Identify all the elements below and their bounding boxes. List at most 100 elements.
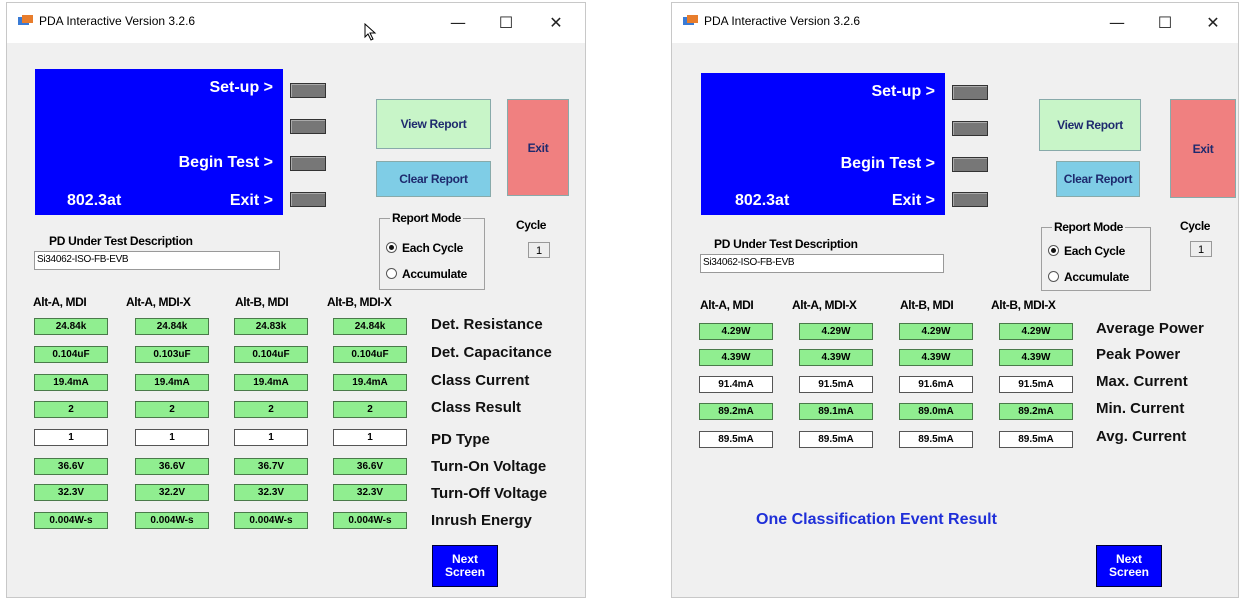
- row-label: Turn-On Voltage: [431, 458, 547, 475]
- next-screen-label: Next Screen: [444, 552, 486, 579]
- title-bar[interactable]: PDA Interactive Version 3.2.6 — ☐ ✕: [7, 3, 585, 43]
- result-cell: 19.4mA: [234, 374, 308, 391]
- row-label: Max. Current: [1096, 373, 1188, 390]
- result-cell: 0.103uF: [135, 346, 209, 363]
- radio-unselected-icon: [1048, 271, 1059, 282]
- result-cell: 19.4mA: [135, 374, 209, 391]
- begin-test-softkey[interactable]: [952, 157, 988, 172]
- close-icon[interactable]: ✕: [533, 9, 579, 37]
- result-cell: 2: [234, 401, 308, 418]
- result-cell: 36.6V: [135, 458, 209, 475]
- accumulate-label: Accumulate: [1064, 270, 1130, 284]
- begin-test-softkey[interactable]: [290, 156, 326, 171]
- result-cell: 36.6V: [333, 458, 407, 475]
- window-title: PDA Interactive Version 3.2.6: [39, 14, 196, 28]
- view-report-button[interactable]: View Report: [1039, 99, 1141, 151]
- minimize-icon[interactable]: —: [435, 9, 481, 37]
- minimize-icon[interactable]: —: [1094, 9, 1140, 37]
- column-header-alt-a-mdix: Alt-A, MDI-X: [126, 295, 191, 309]
- each-cycle-radio[interactable]: Each Cycle: [386, 241, 463, 255]
- result-cell: 24.84k: [333, 318, 407, 335]
- result-cell: 0.104uF: [34, 346, 108, 363]
- exit-softkey[interactable]: [952, 192, 988, 207]
- title-bar[interactable]: PDA Interactive Version 3.2.6 — ☐ ✕: [672, 3, 1238, 43]
- description-input[interactable]: Si34062-ISO-FB-EVB: [700, 254, 944, 273]
- next-screen-button[interactable]: Next Screen: [1096, 545, 1162, 587]
- description-label: PD Under Test Description: [714, 237, 858, 251]
- result-cell: 0.004W-s: [135, 512, 209, 529]
- setup-softkey[interactable]: [952, 85, 988, 100]
- display-screen: Set-up > Begin Test > Exit > 802.3at: [35, 69, 283, 215]
- clear-report-button[interactable]: Clear Report: [1056, 161, 1140, 197]
- description-label: PD Under Test Description: [49, 234, 193, 248]
- softkey-2[interactable]: [952, 121, 988, 136]
- begin-test-label: Begin Test >: [178, 154, 273, 171]
- result-cell: 0.104uF: [234, 346, 308, 363]
- softkey-2[interactable]: [290, 119, 326, 134]
- result-cell: 36.6V: [34, 458, 108, 475]
- result-cell: 24.83k: [234, 318, 308, 335]
- close-icon[interactable]: ✕: [1190, 9, 1236, 37]
- result-cell: 4.29W: [999, 323, 1073, 340]
- left-window: PDA Interactive Version 3.2.6 — ☐ ✕ Set-…: [6, 2, 586, 598]
- view-report-button[interactable]: View Report: [376, 99, 491, 149]
- cycle-field: 1: [528, 242, 550, 258]
- result-cell: 91.6mA: [899, 376, 973, 393]
- column-header-alt-b-mdi: Alt-B, MDI: [900, 298, 954, 312]
- result-cell: 4.39W: [799, 349, 873, 366]
- result-cell: 4.29W: [799, 323, 873, 340]
- result-cell: 89.5mA: [799, 431, 873, 448]
- row-label: Peak Power: [1096, 346, 1181, 363]
- maximize-icon[interactable]: ☐: [1142, 9, 1188, 37]
- exit-button[interactable]: Exit: [507, 99, 569, 196]
- each-cycle-radio[interactable]: Each Cycle: [1048, 244, 1125, 258]
- row-label: Class Current: [431, 372, 530, 389]
- row-label: Average Power: [1096, 320, 1204, 337]
- result-cell: 1: [234, 429, 308, 446]
- result-cell: 89.5mA: [699, 431, 773, 448]
- column-header-alt-a-mdi: Alt-A, MDI: [33, 295, 87, 309]
- row-label: Inrush Energy: [431, 512, 532, 529]
- result-cell: 2: [135, 401, 209, 418]
- result-cell: 4.29W: [899, 323, 973, 340]
- next-screen-label: Next Screen: [1108, 552, 1150, 579]
- report-mode-group: Report Mode Each Cycle Accumulate: [1041, 220, 1151, 291]
- event-result-text: One Classification Event Result: [756, 511, 997, 528]
- cycle-field: 1: [1190, 241, 1212, 257]
- accumulate-radio[interactable]: Accumulate: [1048, 270, 1129, 284]
- exit-button[interactable]: Exit: [1170, 99, 1236, 198]
- result-cell: 4.29W: [699, 323, 773, 340]
- result-cell: 91.5mA: [999, 376, 1073, 393]
- setup-label: Set-up >: [209, 79, 273, 96]
- result-cell: 89.2mA: [699, 403, 773, 420]
- setup-softkey[interactable]: [290, 83, 326, 98]
- app-icon: [18, 15, 33, 25]
- row-label: Avg. Current: [1096, 428, 1187, 445]
- each-cycle-label: Each Cycle: [402, 241, 464, 255]
- result-cell: 91.5mA: [799, 376, 873, 393]
- description-input[interactable]: Si34062-ISO-FB-EVB: [34, 251, 280, 270]
- radio-selected-icon: [1048, 245, 1059, 256]
- result-cell: 36.7V: [234, 458, 308, 475]
- result-cell: 32.3V: [34, 484, 108, 501]
- cycle-label: Cycle: [1180, 219, 1211, 233]
- accumulate-radio[interactable]: Accumulate: [386, 267, 467, 281]
- result-cell: 19.4mA: [333, 374, 407, 391]
- result-cell: 24.84k: [34, 318, 108, 335]
- result-cell: 1: [34, 429, 108, 446]
- clear-report-button[interactable]: Clear Report: [376, 161, 491, 197]
- result-cell: 89.1mA: [799, 403, 873, 420]
- maximize-icon[interactable]: ☐: [483, 9, 529, 37]
- column-header-alt-b-mdi: Alt-B, MDI: [235, 295, 289, 309]
- result-cell: 19.4mA: [34, 374, 108, 391]
- result-cell: 0.104uF: [333, 346, 407, 363]
- app-icon: [683, 15, 698, 25]
- exit-label: Exit >: [891, 192, 935, 209]
- column-header-alt-b-mdix: Alt-B, MDI-X: [327, 295, 392, 309]
- exit-softkey[interactable]: [290, 192, 326, 207]
- next-screen-button[interactable]: Next Screen: [432, 545, 498, 587]
- right-window: PDA Interactive Version 3.2.6 — ☐ ✕ Set-…: [671, 2, 1239, 598]
- cycle-label: Cycle: [516, 218, 547, 232]
- setup-label: Set-up >: [871, 83, 935, 100]
- result-cell: 2: [333, 401, 407, 418]
